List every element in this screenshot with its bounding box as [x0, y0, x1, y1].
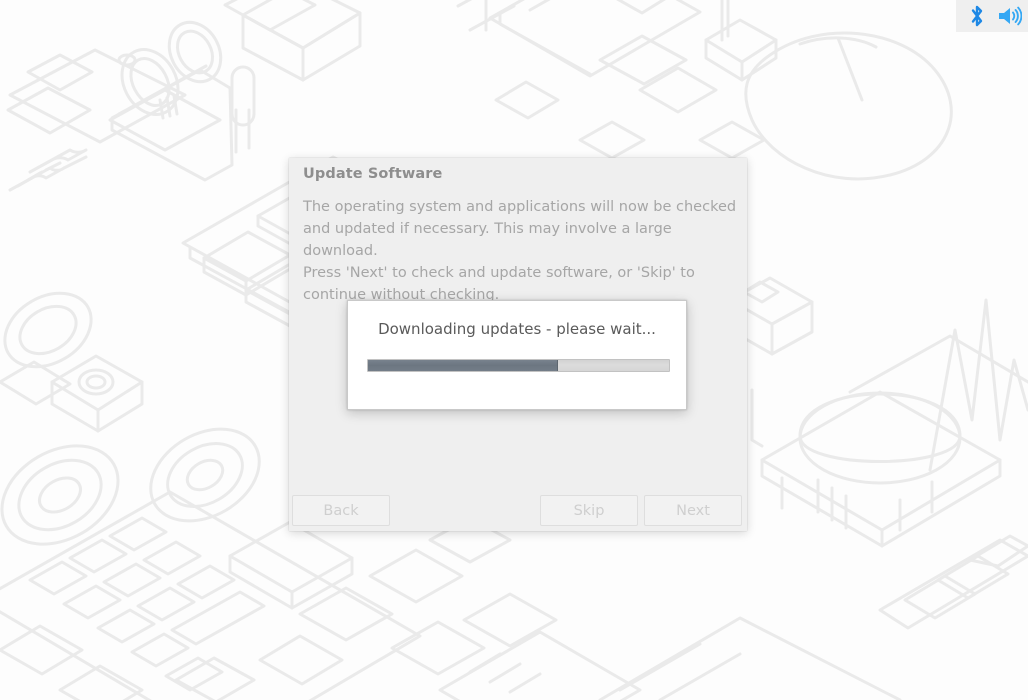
progress-bar: [367, 359, 670, 372]
dialog-title: Update Software: [303, 166, 443, 182]
back-button[interactable]: Back: [292, 495, 390, 526]
system-tray: [956, 0, 1028, 32]
volume-icon[interactable]: [994, 1, 1024, 31]
progress-bar-fill: [368, 360, 558, 371]
progress-message: Downloading updates - please wait...: [378, 320, 656, 338]
bluetooth-icon[interactable]: [962, 1, 992, 31]
skip-button[interactable]: Skip: [540, 495, 638, 526]
download-progress-dialog: Downloading updates - please wait...: [347, 300, 687, 410]
next-button[interactable]: Next: [644, 495, 742, 526]
dialog-description-primary: The operating system and applications wi…: [303, 199, 737, 259]
dialog-button-row: Back Skip Next: [289, 495, 747, 531]
